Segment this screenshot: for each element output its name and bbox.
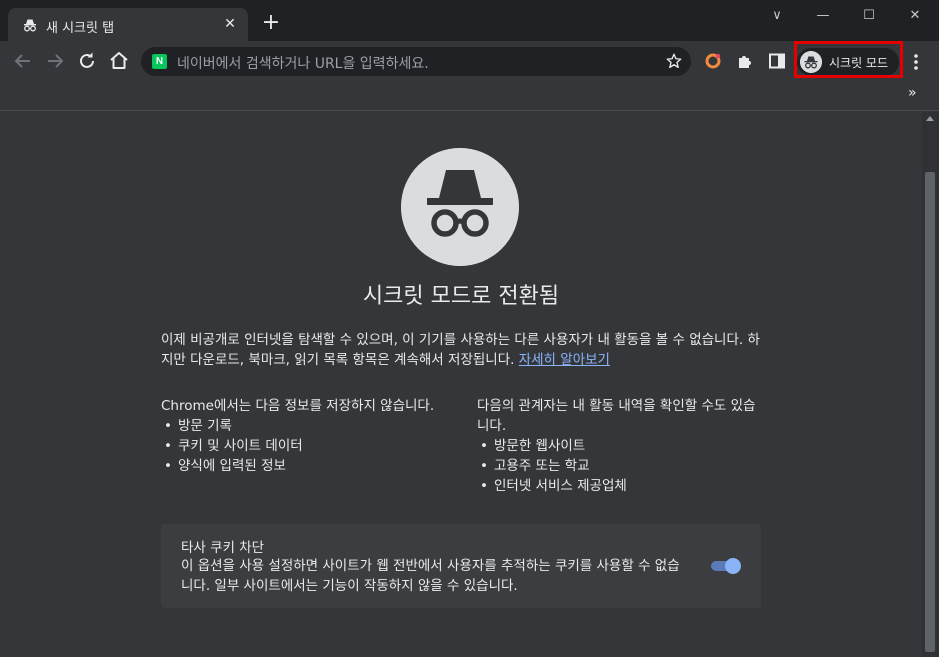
naver-icon: N: [152, 54, 167, 69]
extensions-puzzle-icon[interactable]: [736, 52, 754, 70]
back-icon[interactable]: [11, 49, 35, 73]
tab-title: 새 시크릿 탭: [46, 21, 115, 36]
close-window-button[interactable]: ✕: [900, 6, 930, 26]
incognito-icon: [24, 19, 36, 32]
third-party-cookie-toggle[interactable]: [709, 557, 741, 575]
new-tab-button[interactable]: +: [261, 12, 281, 34]
bookmarks-overflow-button[interactable]: »: [908, 85, 917, 101]
list-item: 방문한 웹사이트: [477, 436, 767, 456]
list-item: 쿠키 및 사이트 데이터: [161, 436, 451, 456]
learn-more-link[interactable]: 자세히 알아보기: [519, 352, 610, 368]
cookie-card-description: 이 옵션을 사용 설정하면 사이트가 웹 전반에서 사용자를 추적하는 쿠키를 …: [181, 558, 680, 594]
highlight-box: [794, 41, 903, 78]
scrollbar[interactable]: [922, 112, 939, 657]
more-menu-icon[interactable]: [910, 53, 922, 71]
address-placeholder: 네이버에서 검색하거나 URL을 입력하세요.: [177, 56, 429, 72]
list-item: 양식에 입력된 정보: [161, 456, 451, 476]
minimize-button[interactable]: —: [808, 6, 838, 26]
tab-close-icon[interactable]: ✕: [222, 16, 238, 32]
extension-ring-icon[interactable]: [704, 52, 722, 70]
may-see-section: 다음의 관계자는 내 활동 내역을 확인할 수도 있습니다. 방문한 웹사이트 …: [477, 396, 767, 496]
not-saved-section: Chrome에서는 다음 정보를 저장하지 않습니다. 방문 기록 쿠키 및 사…: [161, 396, 451, 476]
reload-icon[interactable]: [75, 49, 99, 73]
address-bar[interactable]: N 네이버에서 검색하거나 URL을 입력하세요.: [141, 47, 691, 76]
tab-search-button[interactable]: ∨: [762, 6, 792, 26]
scrollbar-thumb[interactable]: [925, 172, 935, 652]
incognito-page: 시크릿 모드로 전환됨 이제 비공개로 인터넷을 탐색할 수 있으며, 이 기기…: [0, 112, 922, 657]
intro-text: 이제 비공개로 인터넷을 탐색할 수 있으며, 이 기기를 사용하는 다른 사용…: [161, 332, 760, 368]
list-item: 고용주 또는 학교: [477, 456, 767, 476]
side-panel-icon[interactable]: [768, 52, 786, 70]
page-title: 시크릿 모드로 전환됨: [362, 284, 560, 309]
home-icon[interactable]: [107, 49, 131, 73]
title-bar: 새 시크릿 탭 ✕ + ∨ — ☐ ✕: [0, 0, 939, 41]
toggle-knob: [725, 558, 741, 574]
scroll-up-icon[interactable]: [926, 116, 934, 121]
list-item: 방문 기록: [161, 416, 451, 436]
list-item: 인터넷 서비스 제공업체: [477, 476, 767, 496]
not-saved-title: Chrome에서는 다음 정보를 저장하지 않습니다.: [161, 398, 435, 414]
cookie-block-card: 타사 쿠키 차단 이 옵션을 사용 설정하면 사이트가 웹 전반에서 사용자를 …: [161, 524, 761, 608]
bookmark-star-icon[interactable]: [665, 52, 683, 70]
maximize-button[interactable]: ☐: [854, 6, 884, 26]
incognito-hero-icon: [401, 148, 519, 266]
forward-icon[interactable]: [43, 49, 67, 73]
cookie-card-title: 타사 쿠키 차단: [181, 540, 265, 556]
bookmarks-bar: »: [0, 81, 939, 111]
tab-new-incognito[interactable]: 새 시크릿 탭 ✕: [8, 8, 248, 41]
intro-paragraph: 이제 비공개로 인터넷을 탐색할 수 있으며, 이 기기를 사용하는 다른 사용…: [161, 330, 761, 370]
may-see-title: 다음의 관계자는 내 활동 내역을 확인할 수도 있습니다.: [477, 398, 756, 434]
